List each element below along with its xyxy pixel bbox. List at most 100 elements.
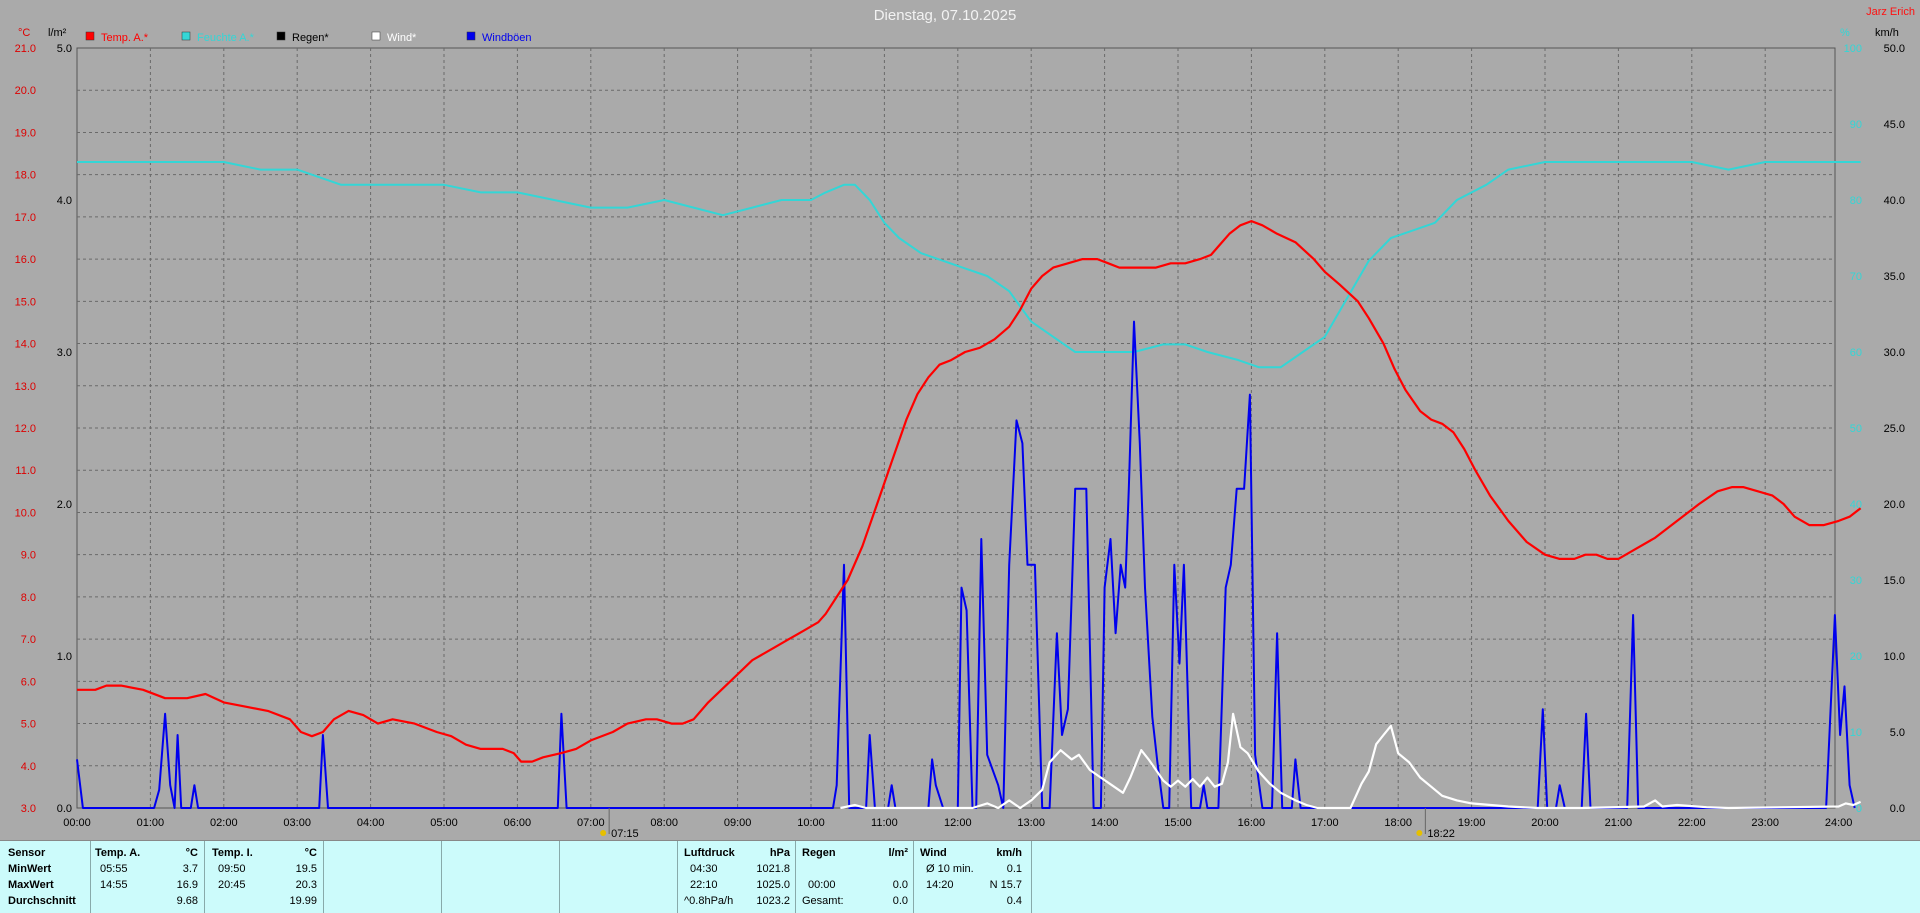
- humidity-tick-label: 50: [1850, 423, 1862, 435]
- pressure-min-value: 1021.8: [756, 863, 790, 875]
- rain-axis-unit: l/m²: [48, 27, 67, 39]
- wind-avg10-value: 0.1: [1006, 863, 1022, 875]
- wind-tick-label: 40.0: [1884, 195, 1905, 207]
- stats-panel: Sensor MinWert MaxWert Durchschnitt Temp…: [0, 840, 1920, 913]
- temp-a-header: Temp. A.: [95, 847, 141, 859]
- temp-a-min-value: 3.7: [182, 863, 198, 875]
- temp-tick-label: 7.0: [21, 634, 36, 646]
- stats-row-avg: Durchschnitt: [8, 895, 76, 907]
- wind-axis-unit: km/h: [1875, 27, 1899, 39]
- humidity-tick-label: 80: [1850, 195, 1862, 207]
- legend-label: Temp. A.*: [101, 32, 149, 44]
- x-tick-label: 23:00: [1751, 817, 1779, 829]
- temp-axis-unit: °C: [18, 27, 30, 39]
- x-tick-label: 24:00: [1825, 817, 1853, 829]
- temp-tick-label: 15.0: [15, 296, 36, 308]
- x-tick-label: 04:00: [357, 817, 385, 829]
- x-tick-label: 18:00: [1384, 817, 1412, 829]
- stats-row-max: MaxWert: [8, 879, 54, 891]
- pressure-trend: ^0.8hPa/h: [684, 895, 734, 907]
- x-tick-label: 13:00: [1017, 817, 1045, 829]
- temp-tick-label: 10.0: [15, 507, 36, 519]
- rain-unit: l/m²: [888, 847, 908, 859]
- x-tick-label: 03:00: [283, 817, 311, 829]
- x-tick-label: 00:00: [63, 817, 91, 829]
- rain-tick-label: 0.0: [57, 803, 72, 815]
- wind-header: Wind: [920, 847, 947, 859]
- temp-tick-label: 14.0: [15, 339, 36, 351]
- temp-tick-label: 9.0: [21, 550, 36, 562]
- temp-tick-label: 20.0: [15, 85, 36, 97]
- x-tick-label: 21:00: [1605, 817, 1633, 829]
- sunset-label: 18:22: [1427, 828, 1455, 840]
- wind-avg-value: 0.4: [1006, 895, 1022, 907]
- pressure-max-value: 1025.0: [756, 879, 790, 891]
- x-tick-label: 01:00: [137, 817, 165, 829]
- wind-unit: km/h: [996, 847, 1022, 859]
- rain-tick-label: 4.0: [57, 195, 72, 207]
- rain-tick-label: 1.0: [57, 651, 72, 663]
- wind-tick-label: 50.0: [1884, 43, 1905, 55]
- x-tick-label: 16:00: [1238, 817, 1266, 829]
- x-tick-label: 02:00: [210, 817, 238, 829]
- x-tick-label: 20:00: [1531, 817, 1559, 829]
- rain-tick-label: 5.0: [57, 43, 72, 55]
- temp-i-unit: °C: [304, 847, 317, 859]
- wind-tick-label: 20.0: [1884, 499, 1905, 511]
- pressure-avg-value: 1023.2: [756, 895, 790, 907]
- legend-label: Windböen: [482, 32, 532, 44]
- humidity-axis-unit: %: [1840, 27, 1850, 39]
- x-tick-label: 15:00: [1164, 817, 1192, 829]
- humidity-tick-label: 20: [1850, 651, 1862, 663]
- humidity-tick-label: 10: [1850, 727, 1862, 739]
- x-tick-label: 17:00: [1311, 817, 1339, 829]
- temp-i-max-time: 20:45: [218, 879, 246, 891]
- temp-i-header: Temp. I.: [212, 847, 253, 859]
- legend-swatch: [276, 31, 286, 41]
- humidity-tick-label: 90: [1850, 119, 1862, 131]
- rain-max-value: 0.0: [892, 879, 908, 891]
- temp-tick-label: 8.0: [21, 592, 36, 604]
- temp-tick-label: 4.0: [21, 761, 36, 773]
- temp-a-avg-value: 9.68: [176, 895, 198, 907]
- temp-tick-label: 3.0: [21, 803, 36, 815]
- x-tick-label: 12:00: [944, 817, 972, 829]
- wind-tick-label: 15.0: [1884, 575, 1905, 587]
- legend-label: Feuchte A.*: [197, 32, 255, 44]
- humidity-tick-label: 70: [1850, 271, 1862, 283]
- corner-label: Jarz Erich: [1866, 6, 1915, 18]
- stats-sensor-header: Sensor: [8, 847, 46, 859]
- sunrise-sun-icon: [600, 830, 607, 836]
- temp-tick-label: 19.0: [15, 127, 36, 139]
- temp-tick-label: 18.0: [15, 170, 36, 182]
- x-tick-label: 05:00: [430, 817, 458, 829]
- x-tick-label: 07:00: [577, 817, 605, 829]
- wind-tick-label: 5.0: [1890, 727, 1905, 739]
- x-tick-label: 06:00: [504, 817, 532, 829]
- weather-chart: Dienstag, 07.10.2025 Jarz Erich Temp. A.…: [15, 6, 1915, 840]
- humidity-tick-label: 30: [1850, 575, 1862, 587]
- temp-i-max-value: 20.3: [295, 879, 317, 891]
- sunrise-label: 07:15: [611, 828, 639, 840]
- x-tick-label: 08:00: [650, 817, 678, 829]
- x-tick-label: 14:00: [1091, 817, 1119, 829]
- temp-tick-label: 6.0: [21, 676, 36, 688]
- rain-total-value: 0.0: [892, 895, 908, 907]
- chart-title: Dienstag, 07.10.2025: [874, 7, 1017, 24]
- pressure-max-time: 22:10: [690, 879, 718, 891]
- humidity-tick-label: 0: [1856, 803, 1862, 815]
- x-tick-label: 11:00: [871, 817, 898, 829]
- rain-tick-label: 3.0: [57, 347, 72, 359]
- wind-avg10-label: Ø 10 min.: [926, 863, 974, 875]
- temp-tick-label: 12.0: [15, 423, 36, 435]
- humidity-tick-label: 100: [1844, 43, 1862, 55]
- legend-swatch: [181, 31, 191, 41]
- legend-label: Wind*: [387, 32, 417, 44]
- humidity-tick-label: 60: [1850, 347, 1862, 359]
- x-tick-label: 10:00: [797, 817, 825, 829]
- wind-tick-label: 25.0: [1884, 423, 1905, 435]
- temp-tick-label: 13.0: [15, 381, 36, 393]
- sunset-sun-icon: [1416, 830, 1423, 836]
- temp-tick-label: 17.0: [15, 212, 36, 224]
- temp-a-unit: °C: [185, 847, 198, 859]
